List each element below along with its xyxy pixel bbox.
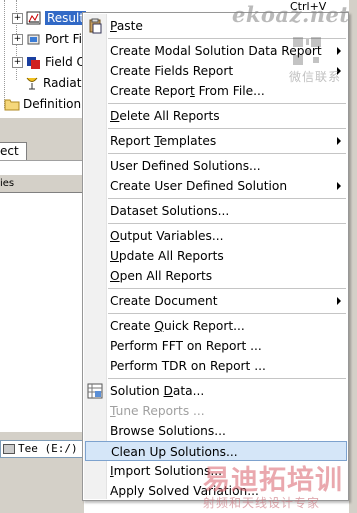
field-overlays-icon: [26, 54, 42, 70]
menu-item-label: Tune Reports ...: [110, 404, 205, 418]
menu-item-label: Clean Up Solutions...: [111, 445, 238, 459]
menu-separator: [108, 313, 346, 315]
window-border: [349, 0, 357, 513]
expand-icon[interactable]: +: [12, 56, 23, 68]
submenu-arrow-icon: [337, 47, 341, 55]
drive-icon: [3, 444, 15, 454]
submenu-arrow-icon: [337, 182, 341, 190]
tree-item-label: Definition: [23, 97, 82, 111]
tree-item-label: Field O: [45, 55, 86, 69]
tree-item-radiation[interactable]: Radiat: [12, 73, 81, 93]
menu-item-label: Dataset Solutions...: [110, 204, 230, 218]
menu-item-create-document[interactable]: Create Document: [85, 291, 347, 311]
menu-item-tune-reports: Tune Reports ...: [85, 401, 347, 421]
expand-icon[interactable]: +: [12, 12, 23, 24]
menu-item-output-variables[interactable]: Output Variables...: [85, 226, 347, 246]
menu-separator: [108, 153, 346, 155]
qr-code-icon: [293, 37, 321, 65]
panel-splitter[interactable]: [0, 118, 84, 142]
watermark-url: ekoaz.net: [232, 2, 350, 27]
tree-item-results[interactable]: + Result: [12, 8, 87, 28]
tree-item-definitions[interactable]: Definition: [4, 94, 81, 114]
menu-item-label: Output Variables...: [110, 229, 224, 243]
watermark-tagline: 射频和天线设计专家: [203, 496, 321, 510]
results-icon: [26, 10, 42, 26]
tree-guide-line: [4, 0, 5, 108]
tree-item-label: Port Fi: [45, 32, 82, 46]
context-menu: Paste Create Modal Solution Data Report Cr…: [82, 12, 349, 501]
menu-item-create-quick-report[interactable]: Create Quick Report...: [85, 316, 347, 336]
tab-project[interactable]: ect: [0, 142, 27, 160]
menu-item-dataset-solutions[interactable]: Dataset Solutions...: [85, 201, 347, 221]
paste-icon: [87, 18, 103, 34]
menu-item-label: User Defined Solutions...: [110, 159, 261, 173]
menu-item-label: Create Document: [110, 294, 218, 308]
menu-item-report-templates[interactable]: Report Templates: [85, 131, 347, 151]
drive-label: Tee (E:/): [18, 442, 78, 455]
menu-item-label: Create Fields Report: [110, 64, 234, 78]
port-field-icon: [26, 31, 42, 47]
submenu-arrow-icon: [337, 137, 341, 145]
menu-item-create-user-defined-solution[interactable]: Create User Defined Solution: [85, 176, 347, 196]
menu-item-update-all-reports[interactable]: Update All Reports: [85, 246, 347, 266]
menu-item-label: Update All Reports: [110, 249, 224, 263]
menu-item-label: Create User Defined Solution: [110, 179, 288, 193]
menu-item-perform-tdr-on-report[interactable]: Perform TDR on Report ...: [85, 356, 347, 376]
menu-item-solution-data[interactable]: Solution Data...: [85, 381, 347, 401]
watermark-brand: 易迪拓培训: [203, 465, 343, 496]
properties-header: ies: [0, 175, 84, 193]
menu-separator: [108, 198, 346, 200]
menu-item-label: Delete All Reports: [110, 109, 220, 123]
menu-separator: [108, 223, 346, 225]
tree-item-label: Radiat: [43, 76, 82, 90]
menu-item-user-defined-solutions[interactable]: User Defined Solutions...: [85, 156, 347, 176]
menu-item-perform-fft-on-report[interactable]: Perform FFT on Report ...: [85, 336, 347, 356]
drive-selector[interactable]: Tee (E:/): [0, 440, 84, 458]
tree-item-field-overlays[interactable]: + Field O: [12, 52, 86, 72]
menu-item-open-all-reports[interactable]: Open All Reports: [85, 266, 347, 286]
menu-item-label: Perform TDR on Report ...: [110, 359, 266, 373]
properties-panel: [0, 160, 84, 433]
submenu-arrow-icon: [337, 297, 341, 305]
radiation-icon: [24, 75, 40, 91]
menu-item-label: Create Modal Solution Data Report: [110, 44, 322, 58]
menu-item-label: Create Quick Report...: [110, 319, 245, 333]
expand-icon[interactable]: +: [12, 33, 23, 45]
menu-separator: [108, 288, 346, 290]
menu-item-label: Create Report From File...: [110, 84, 265, 98]
menu-item-label: Browse Solutions...: [110, 424, 226, 438]
menu-item-label: Paste: [110, 19, 143, 33]
menu-item-delete-all-reports[interactable]: Delete All Reports: [85, 106, 347, 126]
solution-data-icon: [87, 383, 103, 399]
menu-item-browse-solutions[interactable]: Browse Solutions...: [85, 421, 347, 441]
menu-item-label: Perform FFT on Report ...: [110, 339, 262, 353]
menu-separator: [108, 128, 346, 130]
tree-item-label: Result: [45, 11, 87, 25]
menu-item-label: Report Templates: [110, 134, 217, 148]
project-tree: + Result + Port Fi + Field O Radiat Defi…: [0, 0, 95, 118]
folder-icon: [4, 96, 20, 112]
menu-separator: [108, 103, 346, 105]
menu-separator: [108, 378, 346, 380]
tree-item-port-field[interactable]: + Port Fi: [12, 29, 82, 49]
menu-item-label: Solution Data...: [110, 384, 205, 398]
watermark-contact: 微信联系: [289, 70, 342, 84]
menu-item-label: Open All Reports: [110, 269, 213, 283]
